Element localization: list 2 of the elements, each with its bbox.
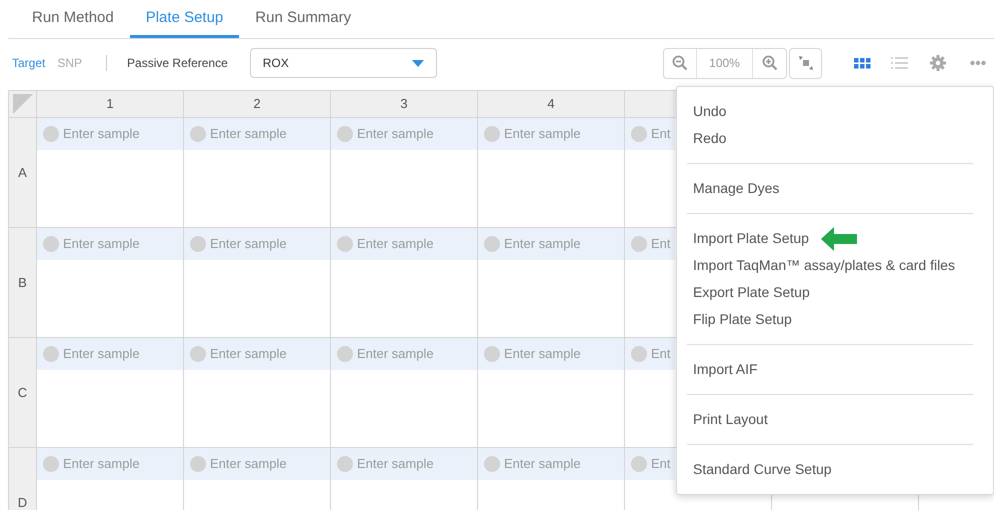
field-label: Passive Reference — [127, 55, 228, 72]
zoom-level: 100% — [697, 48, 753, 78]
